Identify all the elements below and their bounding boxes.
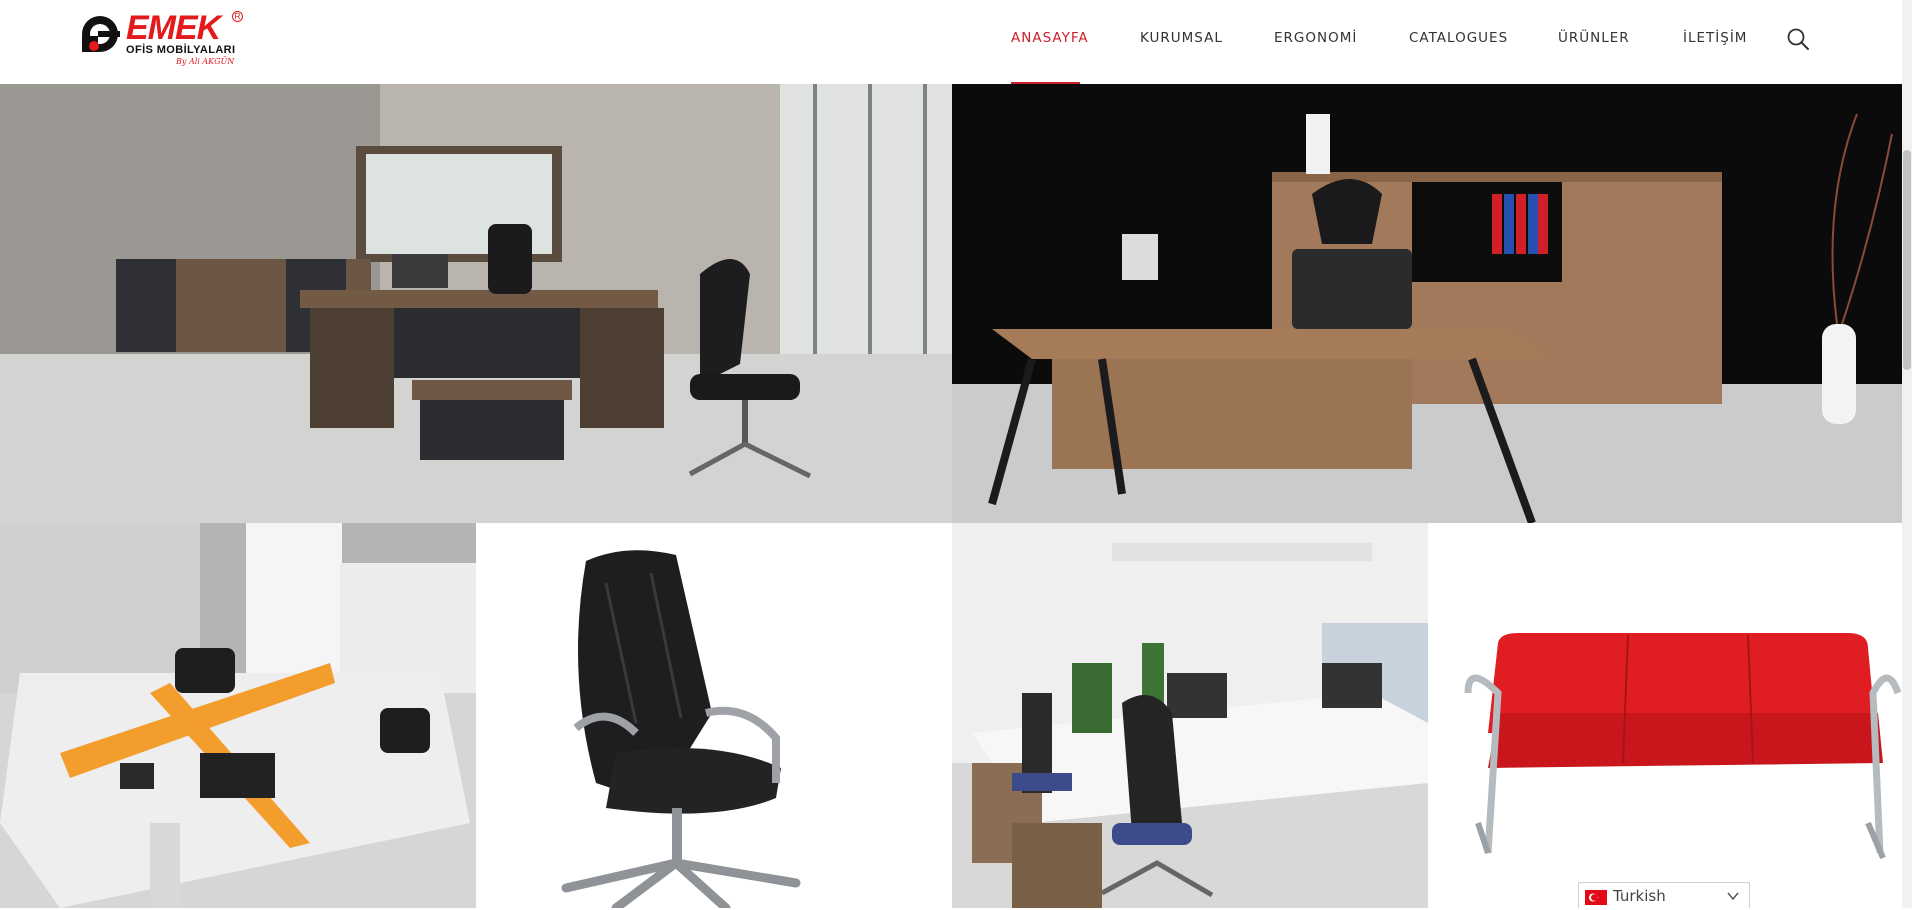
scrollbar-thumb[interactable]: [1903, 150, 1911, 370]
active-nav-indicator: [1011, 82, 1080, 84]
nav-item-iletisim[interactable]: İLETİŞİM: [1683, 30, 1747, 50]
nav-item-catalogues[interactable]: CATALOGUES: [1409, 30, 1508, 50]
nav-item-anasayfa[interactable]: ANASAYFA: [1011, 30, 1089, 50]
page-scrollbar[interactable]: [1902, 0, 1912, 908]
leather-office-chair-photo[interactable]: [476, 523, 952, 908]
nav-item-kurumsal[interactable]: KURUMSAL: [1140, 30, 1223, 50]
nav-item-urunler[interactable]: ÜRÜNLER: [1558, 30, 1630, 50]
chevron-down-icon: [1727, 892, 1739, 901]
search-icon[interactable]: [1786, 27, 1810, 51]
red-sofa-photo[interactable]: [1428, 523, 1902, 908]
executive-office-dark-photo[interactable]: [952, 84, 1902, 523]
main-nav: ANASAYFA KURUMSAL ERGONOMİ CATALOGUES ÜR…: [0, 0, 1902, 84]
workstation-orange-photo[interactable]: [0, 523, 476, 908]
language-selector[interactable]: Turkish: [1578, 882, 1750, 908]
executive-office-concrete-photo[interactable]: [0, 84, 952, 523]
nav-item-ergonomi[interactable]: ERGONOMİ: [1274, 30, 1357, 50]
turkey-flag-icon: [1585, 890, 1607, 905]
open-office-desks-photo[interactable]: [952, 523, 1428, 908]
language-label: Turkish: [1613, 887, 1666, 905]
site-header: EMEK R OFİS MOBİLYALARI By Ali AKGÜN ANA…: [0, 0, 1902, 84]
